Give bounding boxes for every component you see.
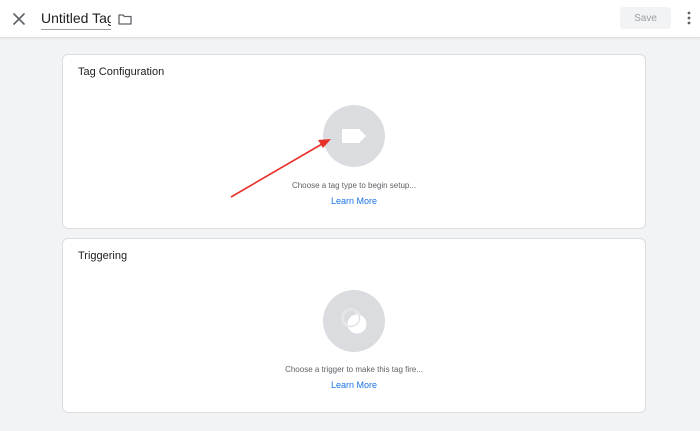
choose-trigger-button[interactable] [323,290,385,352]
tag-icon [342,129,366,143]
learn-more-link-container: Learn More [63,196,645,206]
card-title: Tag Configuration [78,66,165,78]
tag-name-input[interactable] [41,9,111,30]
folder-icon [118,14,132,25]
folder-button[interactable] [117,11,133,27]
top-bar: Save [0,0,700,38]
learn-more-link[interactable]: Learn More [331,196,377,206]
triggering-card[interactable]: Triggering Choose a trigger to make this… [62,238,646,413]
choose-tag-type-button[interactable] [323,105,385,167]
tag-type-hint: Choose a tag type to begin setup... [291,181,417,190]
save-button[interactable]: Save [620,7,671,29]
trigger-icon [341,308,367,334]
more-vert-icon [687,11,691,25]
trigger-hint: Choose a trigger to make this tag fire..… [285,365,423,374]
tag-configuration-card[interactable]: Tag Configuration Choose a tag type to b… [62,54,646,229]
card-title: Triggering [78,250,128,262]
close-icon [13,13,25,25]
close-button[interactable] [9,9,29,29]
more-options-button[interactable] [681,9,697,27]
learn-more-link-container: Learn More [63,380,645,390]
learn-more-link[interactable]: Learn More [331,380,377,390]
